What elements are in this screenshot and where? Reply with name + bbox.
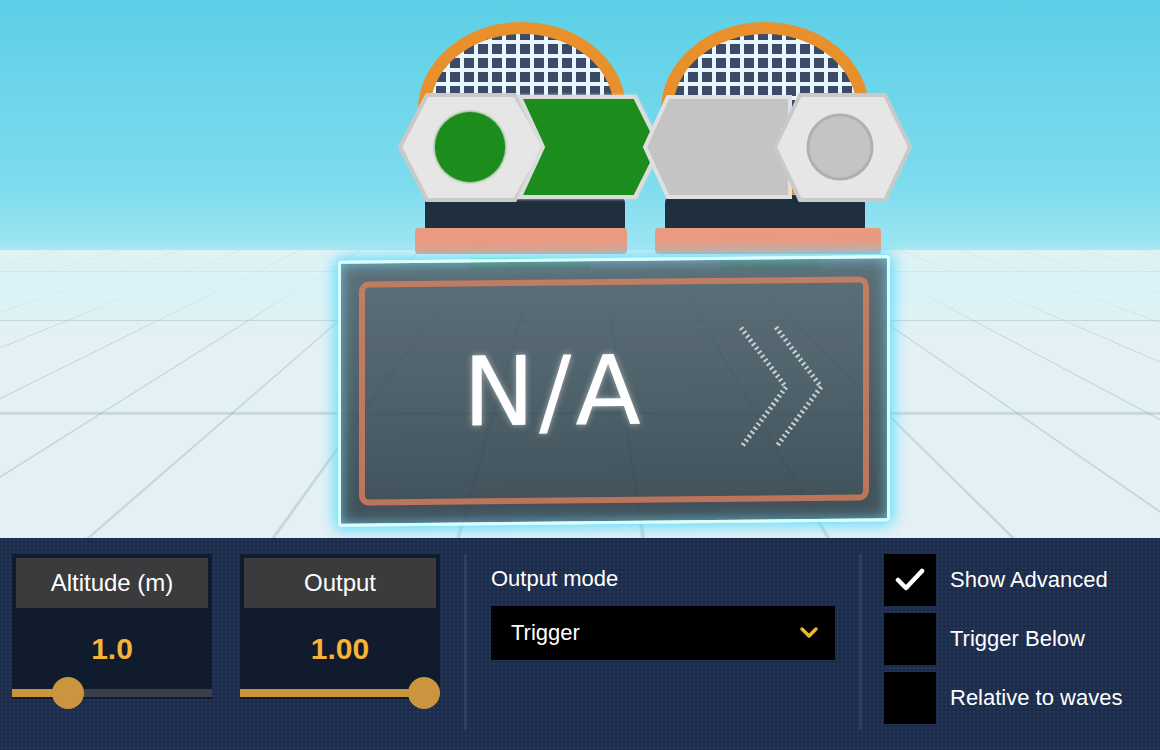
checkbox-label: Relative to waves — [950, 685, 1122, 711]
game-screen: N/AAltitude (m)1.0Output1.00Output modeT… — [0, 0, 1160, 750]
slider-card: Altitude (m)1.0 — [12, 554, 212, 699]
checkbox[interactable] — [884, 613, 936, 665]
checkmark-icon — [895, 567, 925, 593]
output-mode-section: Output mode Trigger — [491, 554, 835, 730]
slider-group: Altitude (m)1.0Output1.00 — [12, 554, 440, 730]
slider-label: Output — [244, 558, 436, 608]
dropdown-value: Trigger — [511, 620, 580, 646]
output-mode-label: Output mode — [491, 566, 835, 592]
slider-fill — [240, 689, 424, 697]
divider — [464, 554, 467, 730]
slider-value[interactable]: 1.0 — [12, 608, 212, 689]
divider — [859, 554, 862, 730]
slider-knob[interactable] — [408, 677, 440, 709]
output-mode-dropdown[interactable]: Trigger — [491, 606, 835, 660]
slider-track[interactable] — [240, 689, 440, 697]
slider-card: Output1.00 — [240, 554, 440, 699]
checkbox-row[interactable]: Show Advanced — [884, 554, 1122, 606]
display-text: N/A — [463, 335, 645, 449]
checkbox-label: Trigger Below — [950, 626, 1085, 652]
chevron-arrow-icon — [731, 317, 841, 458]
checkbox-row[interactable]: Trigger Below — [884, 613, 1122, 665]
settings-panel: Altitude (m)1.0Output1.00Output modeTrig… — [0, 538, 1160, 750]
checkbox-list: Show Advanced Trigger Below Relative to wa… — [884, 554, 1122, 730]
chevron-down-icon — [799, 626, 819, 640]
checkbox[interactable] — [884, 672, 936, 724]
checkbox[interactable] — [884, 554, 936, 606]
slider-knob[interactable] — [52, 677, 84, 709]
checkbox-label: Show Advanced — [950, 567, 1108, 593]
altitude-display: N/A — [338, 255, 890, 527]
display-frame: N/A — [359, 276, 869, 505]
scene-view: N/A — [0, 0, 1160, 538]
slider-value[interactable]: 1.00 — [240, 608, 440, 689]
checkbox-row[interactable]: Relative to waves — [884, 672, 1122, 724]
slider-track[interactable] — [12, 689, 212, 697]
slider-label: Altitude (m) — [16, 558, 208, 608]
